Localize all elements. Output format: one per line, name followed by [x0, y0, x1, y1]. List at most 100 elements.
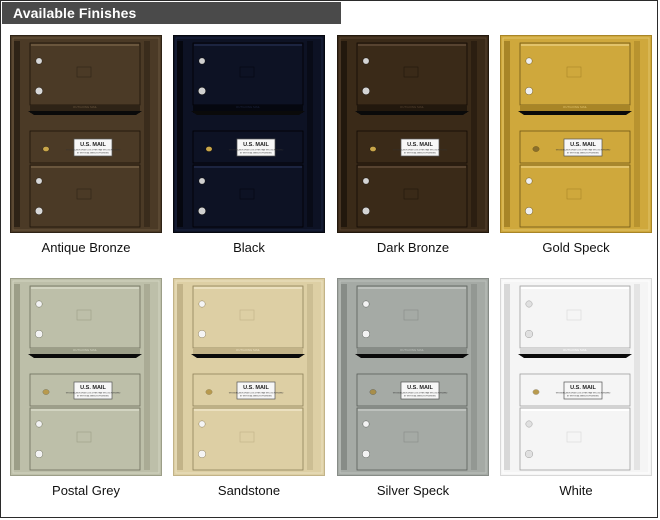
right-edge [471, 284, 477, 470]
lower-door-highlight [31, 166, 139, 168]
upper-door-highlight [31, 287, 139, 289]
hinge-strip [177, 284, 183, 470]
upper-door [192, 42, 304, 106]
door-knob [34, 86, 44, 96]
upper-door-highlight [194, 287, 302, 289]
mail-slot [355, 354, 469, 358]
mailbox-image: OUTGOING MAILU.S. MAILTHE INSTALLATION O… [10, 35, 162, 233]
hinge-strip [14, 284, 20, 470]
finish-swatch: OUTGOING MAIL U.S. MAIL THE INSTALLATION O… [500, 35, 652, 233]
lock-knob [525, 300, 533, 308]
upper-door-highlight [358, 44, 466, 46]
lock-knob [362, 300, 370, 308]
lower-door-highlight [521, 409, 629, 411]
lower-door-highlight [194, 409, 302, 411]
lower-door-highlight [358, 166, 466, 168]
lock-knob [525, 177, 533, 185]
upper-door-highlight [521, 44, 629, 46]
lower-door-highlight [194, 166, 302, 168]
outgoing-mail-label: OUTGOING MAIL [400, 105, 425, 109]
right-edge [634, 284, 640, 470]
outgoing-mail-label: OUTGOING MAIL [400, 348, 425, 352]
outgoing-mail-label: OUTGOING MAIL [236, 105, 261, 109]
outgoing-mail-label: OUTGOING MAIL [563, 348, 588, 352]
plate-title: U.S. MAIL [570, 142, 596, 148]
lock-knob [362, 420, 370, 428]
plate-title: U.S. MAIL [243, 385, 269, 391]
plate-title: U.S. MAIL [570, 385, 596, 391]
upper-door [519, 285, 631, 349]
right-edge [307, 284, 313, 470]
upper-door [29, 42, 141, 106]
finish-swatch: OUTGOING MAIL U.S. MAIL THE INSTALLATION O… [500, 278, 652, 476]
lock-knob [362, 57, 370, 65]
hinge-strip [504, 41, 510, 227]
master-lock-icon [42, 146, 50, 152]
finish-label: Postal Grey [52, 483, 120, 498]
door-knob [361, 329, 371, 339]
finish-label: Silver Speck [376, 483, 450, 498]
mail-slot [518, 354, 632, 358]
right-edge [471, 41, 477, 227]
upper-door [519, 42, 631, 106]
mail-slot [191, 111, 305, 115]
lower-door-highlight [358, 409, 466, 411]
lower-door [356, 407, 468, 471]
finish-label: Antique Bronze [41, 240, 131, 255]
finish-swatch: OUTGOING MAIL U.S. MAIL THE INSTALLATION O… [173, 278, 325, 476]
plate-title: U.S. MAIL [80, 385, 106, 391]
finish-label: Dark Bronze [376, 240, 450, 255]
section-header: Available Finishes [2, 2, 341, 24]
section-title: Available Finishes [13, 5, 137, 21]
door-knob [361, 449, 371, 459]
lock-knob [35, 420, 43, 428]
finish-swatch: OUTGOING MAIL U.S. MAIL THE INSTALLATION O… [10, 278, 162, 476]
plate-title: U.S. MAIL [80, 142, 106, 148]
lock-knob [198, 177, 206, 185]
lower-door [29, 407, 141, 471]
finish-swatch: OUTGOING MAIL U.S. MAIL THE INSTALLATION O… [10, 35, 162, 233]
master-lock-icon [205, 146, 213, 152]
lock-knob [525, 57, 533, 65]
outgoing-mail-label: OUTGOING MAIL [73, 348, 98, 352]
door-knob [524, 206, 534, 216]
lower-door [192, 407, 304, 471]
door-knob [34, 206, 44, 216]
hinge-strip [177, 41, 183, 227]
lower-door [519, 164, 631, 228]
finish-swatch: OUTGOING MAIL U.S. MAIL THE INSTALLATION O… [337, 278, 489, 476]
upper-door-highlight [358, 287, 466, 289]
door-knob [34, 329, 44, 339]
hinge-strip [341, 41, 347, 227]
right-edge [634, 41, 640, 227]
lock-knob [35, 177, 43, 185]
finish-label: Black [233, 240, 265, 255]
lock-knob [35, 57, 43, 65]
master-lock-icon [369, 146, 377, 152]
lower-door [29, 164, 141, 228]
mailbox-image: OUTGOING MAILU.S. MAILTHE INSTALLATION O… [337, 35, 489, 233]
door-knob [197, 449, 207, 459]
mailbox-image: OUTGOING MAILU.S. MAILTHE INSTALLATION O… [500, 35, 652, 233]
upper-door [356, 42, 468, 106]
lower-door [519, 407, 631, 471]
finishes-panel: Available Finishes OUTGOING MAIL U.S. MAI… [0, 0, 658, 518]
lower-door-highlight [31, 409, 139, 411]
master-lock-icon [532, 389, 540, 395]
plate-title: U.S. MAIL [407, 385, 433, 391]
hinge-strip [504, 284, 510, 470]
upper-door-highlight [31, 44, 139, 46]
lower-door-highlight [521, 166, 629, 168]
hinge-strip [341, 284, 347, 470]
upper-door [29, 285, 141, 349]
mail-slot [518, 111, 632, 115]
door-knob [34, 449, 44, 459]
upper-door-highlight [521, 287, 629, 289]
finish-swatch: OUTGOING MAIL U.S. MAIL THE INSTALLATION O… [173, 35, 325, 233]
master-lock-icon [532, 146, 540, 152]
lock-knob [35, 300, 43, 308]
door-knob [197, 86, 207, 96]
door-knob [197, 206, 207, 216]
finish-label: White [559, 483, 593, 498]
outgoing-mail-label: OUTGOING MAIL [563, 105, 588, 109]
